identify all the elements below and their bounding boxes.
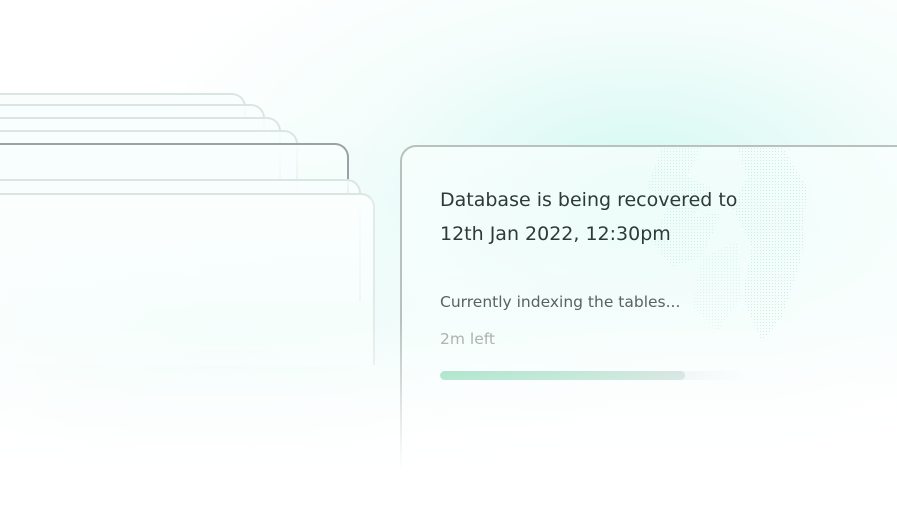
time-remaining: 2m left xyxy=(440,330,495,348)
status-text: Currently indexing the tables... xyxy=(440,293,681,311)
recovery-status-card: Database is being recovered to 12th Jan … xyxy=(400,145,897,477)
progress-bar xyxy=(440,371,750,380)
recovery-title: Database is being recovered to 12th Jan … xyxy=(440,183,800,251)
recovery-title-line1: Database is being recovered to xyxy=(440,189,738,211)
recovery-title-line2: 12th Jan 2022, 12:30pm xyxy=(440,223,671,245)
stacked-card-front xyxy=(0,193,375,365)
progress-bar-fill xyxy=(440,371,685,380)
